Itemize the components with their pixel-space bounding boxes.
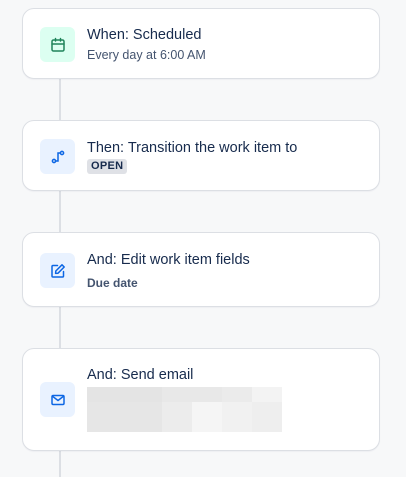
email-icon: [40, 382, 75, 417]
action-card-send-email[interactable]: And: Send email: [22, 348, 380, 451]
step-title: Then: Transition the work item to: [87, 140, 298, 156]
step-title: And: Send email: [87, 367, 194, 383]
trigger-card-scheduled[interactable]: When: Scheduled Every day at 6:00 AM: [22, 8, 380, 79]
redacted-recipient: [87, 387, 282, 432]
flow-connector: [59, 451, 61, 477]
step-subtitle: Due date: [87, 276, 138, 290]
step-title: And: Edit work item fields: [87, 252, 250, 268]
status-lozenge: OPEN: [87, 159, 128, 174]
step-title: When: Scheduled: [87, 27, 202, 43]
transition-icon: [40, 139, 75, 174]
flow-connector: [59, 307, 61, 349]
step-subtitle: Every day at 6:00 AM: [87, 48, 206, 62]
calendar-icon: [40, 27, 75, 62]
edit-icon: [40, 253, 75, 288]
flow-connector: [59, 79, 61, 121]
action-card-transition[interactable]: Then: Transition the work item to OPEN: [22, 120, 380, 191]
action-card-edit-fields[interactable]: And: Edit work item fields Due date: [22, 232, 380, 307]
flow-connector: [59, 191, 61, 233]
